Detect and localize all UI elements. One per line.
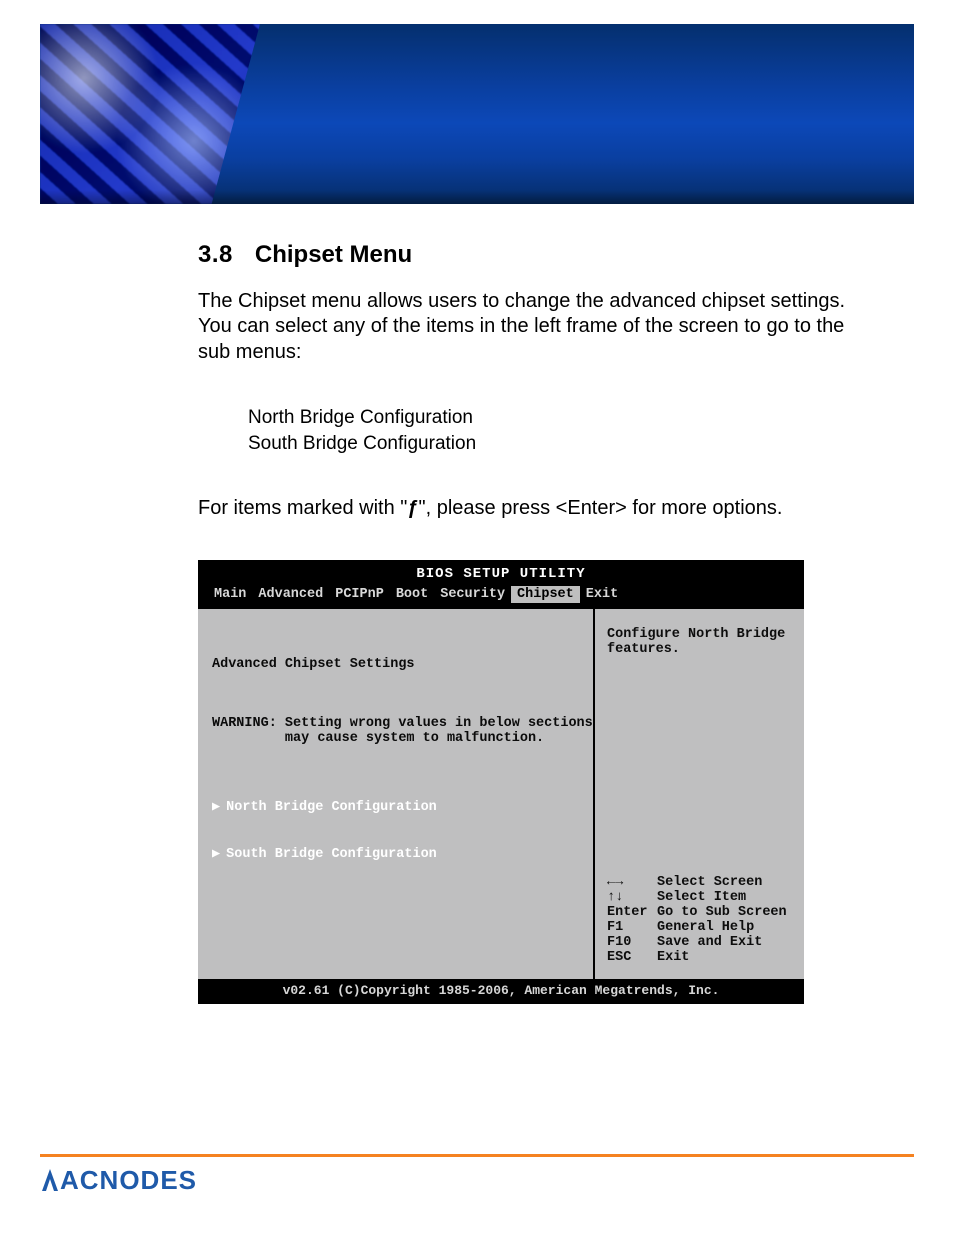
page: 3.8 Chipset Menu The Chipset menu allows …	[0, 24, 954, 1198]
brand-text: ACNODES	[60, 1165, 197, 1196]
section-paragraph: The Chipset menu allows users to change …	[198, 289, 882, 366]
enter-instruction: For items marked with "ƒ", please press …	[198, 496, 882, 522]
bios-tab-advanced[interactable]: Advanced	[252, 586, 329, 603]
bios-menu-item-north-bridge[interactable]: ▶North Bridge Configuration	[212, 798, 579, 815]
help-row: ESCExit	[607, 950, 791, 965]
bios-tab-bar: Main Advanced PCIPnP Boot Security Chips…	[198, 582, 804, 609]
bios-copyright: v02.61 (C)Copyright 1985-2006, American …	[198, 979, 804, 1004]
help-row: EnterGo to Sub Screen	[607, 905, 791, 920]
bios-tab-boot[interactable]: Boot	[390, 586, 434, 603]
subitem: North Bridge Configuration	[248, 406, 882, 430]
bios-tab-pcipnp[interactable]: PCIPnP	[329, 586, 390, 603]
bios-tab-main[interactable]: Main	[208, 586, 252, 603]
page-footer: ACNODES	[40, 1154, 914, 1199]
bios-help-keys: ←→Select Screen ↑↓Select Item EnterGo to…	[607, 875, 792, 965]
section-subitems: North Bridge Configuration South Bridge …	[248, 406, 882, 457]
section-content: 3.8 Chipset Menu The Chipset menu allows …	[198, 240, 882, 522]
bios-warning: WARNING: Setting wrong values in below s…	[212, 716, 579, 746]
header-banner-image	[40, 24, 914, 204]
bios-item-description: Configure North Bridge features.	[607, 627, 792, 657]
bios-tab-chipset[interactable]: Chipset	[511, 586, 580, 603]
bios-left-heading: Advanced Chipset Settings	[212, 657, 579, 672]
section-title: Chipset Menu	[255, 241, 412, 268]
help-row: F1General Help	[607, 920, 791, 935]
marker-glyph: ƒ	[407, 497, 418, 519]
bios-body: Advanced Chipset Settings WARNING: Setti…	[198, 609, 804, 979]
section-heading: 3.8 Chipset Menu	[198, 240, 882, 271]
footer-divider	[40, 1154, 914, 1157]
bios-tab-exit[interactable]: Exit	[580, 586, 624, 603]
bios-title: BIOS SETUP UTILITY	[198, 560, 804, 582]
bios-tab-security[interactable]: Security	[434, 586, 511, 603]
bios-screenshot: BIOS SETUP UTILITY Main Advanced PCIPnP …	[198, 560, 804, 1004]
brand-logo: ACNODES	[40, 1165, 197, 1196]
section-number: 3.8	[198, 241, 233, 268]
help-row: ↑↓Select Item	[607, 890, 791, 905]
bios-menu-item-south-bridge[interactable]: ▶South Bridge Configuration	[212, 845, 579, 862]
triangle-icon: ▶	[212, 847, 220, 862]
bios-left-pane: Advanced Chipset Settings WARNING: Setti…	[198, 609, 593, 979]
help-row: F10Save and Exit	[607, 935, 791, 950]
triangle-icon: ▶	[212, 800, 220, 815]
help-row: ←→Select Screen	[607, 875, 791, 890]
brand-mark-icon	[40, 1167, 60, 1193]
bios-right-pane: Configure North Bridge features. ←→Selec…	[593, 609, 804, 979]
subitem: South Bridge Configuration	[248, 432, 882, 456]
